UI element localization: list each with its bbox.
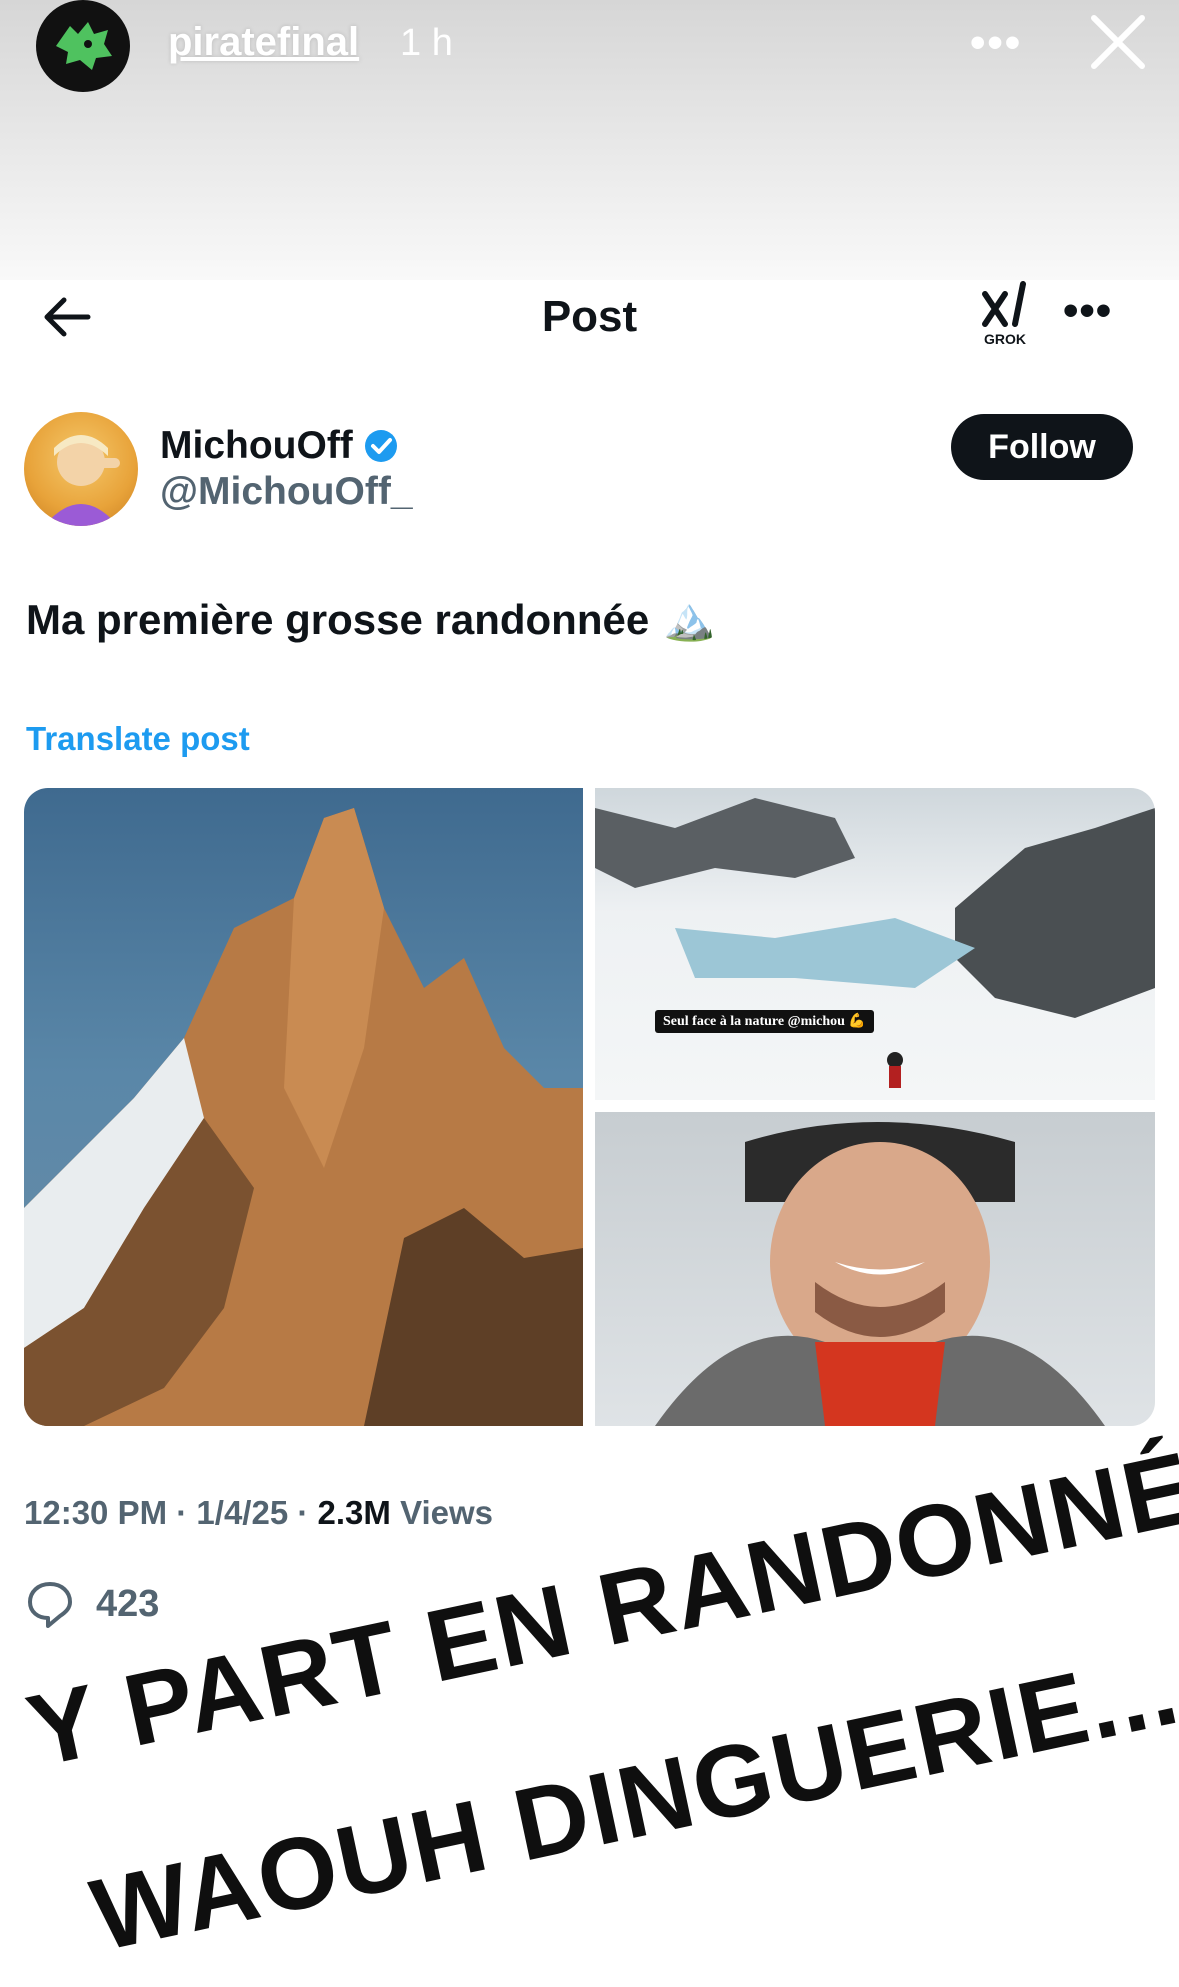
avatar-image — [44, 435, 120, 526]
post-meta: 12:30 PM · 1/4/25 · 2.3M Views — [24, 1494, 494, 1531]
reply-icon — [28, 1582, 72, 1628]
post-text-row: Ma première grosse randonnée 🏔️ — [26, 595, 716, 644]
media-image-glacier[interactable]: Seul face à la nature @michou 💪 — [595, 788, 1155, 1100]
more-dots-icon[interactable]: ••• — [970, 18, 1022, 68]
image-caption: Seul face à la nature @michou 💪 — [655, 1010, 874, 1033]
follow-button[interactable]: Follow — [951, 414, 1133, 480]
post-text: Ma première grosse randonnée — [26, 595, 650, 643]
reply-count: 423 — [96, 1582, 160, 1625]
post-views-label: Views — [400, 1494, 494, 1531]
post-time: 12:30 PM — [24, 1494, 168, 1531]
grok-button[interactable]: GROK — [975, 280, 1035, 350]
media-image-peak[interactable] — [24, 788, 583, 1426]
reply-button[interactable]: 423 — [24, 1578, 159, 1630]
author-avatar[interactable] — [24, 412, 138, 526]
story-avatar[interactable] — [36, 0, 130, 92]
hiker-selfie-image — [655, 1122, 1105, 1426]
post-media-grid: Seul face à la nature @michou 💪 — [24, 788, 1155, 1426]
mountain-peak-image — [24, 808, 583, 1426]
post-views-count: 2.3M — [317, 1494, 391, 1531]
grok-icon — [982, 281, 1026, 327]
post-date: 1/4/25 — [196, 1494, 289, 1531]
overlay-line-1: Y PART EN RANDONNÉE — [18, 1415, 1179, 1789]
close-icon[interactable] — [1086, 10, 1150, 74]
post-header: Post GROK ••• — [0, 280, 1179, 360]
story-header: piratefinal 1 h ••• — [0, 0, 1179, 280]
glacier-image — [595, 798, 1155, 1088]
mountain-emoji: 🏔️ — [663, 595, 716, 642]
grok-label: GROK — [984, 331, 1026, 347]
overlay-line-2: WAOUH DINGUERIE... — [82, 1630, 1179, 1973]
verified-badge-icon — [364, 430, 397, 462]
translate-post-link[interactable]: Translate post — [26, 720, 250, 758]
author-handle[interactable]: @MichouOff_ — [160, 470, 413, 514]
post-more-icon[interactable]: ••• — [1063, 286, 1112, 336]
story-time: 1 h — [400, 22, 453, 64]
lion-logo-icon — [56, 22, 112, 70]
story-username[interactable]: piratefinal — [168, 20, 359, 65]
author-name: MichouOff — [160, 424, 353, 467]
author-name-row[interactable]: MichouOff — [160, 424, 399, 468]
media-image-selfie[interactable] — [595, 1112, 1155, 1426]
